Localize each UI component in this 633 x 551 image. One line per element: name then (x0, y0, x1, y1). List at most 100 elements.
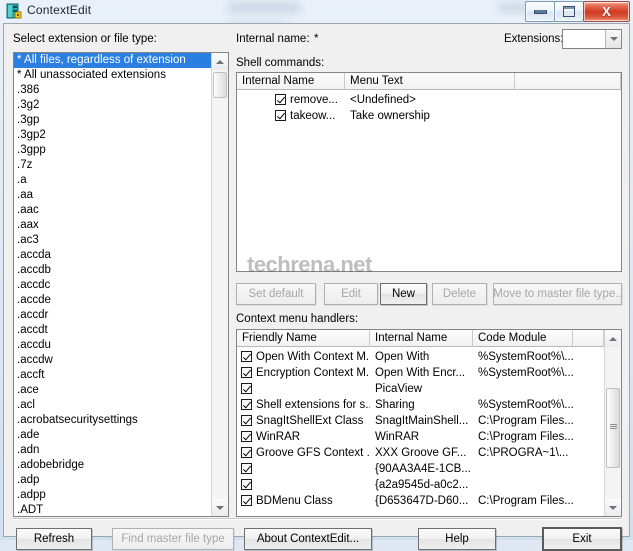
scrollbar-thumb[interactable] (213, 72, 227, 98)
extension-list-item[interactable]: * All files, regardless of extension (14, 53, 212, 68)
title-bar[interactable]: ContextEdit X (0, 0, 633, 22)
extension-list-item[interactable]: .accdw (14, 353, 212, 368)
extension-list-item[interactable]: .accde (14, 293, 212, 308)
extension-list-item[interactable]: .3gpp (14, 143, 212, 158)
set-default-button[interactable]: Set default (236, 283, 316, 305)
handler-friendly-name-cell: WinRAR (237, 429, 370, 445)
extension-list-item[interactable]: .ace (14, 383, 212, 398)
checkbox-checked-icon[interactable] (241, 495, 252, 506)
extension-list-item[interactable]: .accdu (14, 338, 212, 353)
minimize-button[interactable] (525, 1, 555, 22)
table-row[interactable]: Groove GFS Context ... XXX Groove GF... C:… (237, 445, 604, 461)
extension-list-item[interactable]: .3gp (14, 113, 212, 128)
handlers-header[interactable]: Friendly Name Internal Name Code Module (237, 330, 604, 347)
extension-list-item[interactable]: .ade (14, 428, 212, 443)
table-row[interactable]: Open With Context M... Open With %SystemRo… (237, 349, 604, 365)
table-row[interactable]: SnagItShellExt Class SnagItMainShell... C:… (237, 413, 604, 429)
handler-friendly-name-cell (237, 477, 370, 493)
refresh-button[interactable]: Refresh (16, 528, 92, 550)
extension-list-item[interactable]: .acrobatsecuritysettings (14, 413, 212, 428)
extension-list-item[interactable]: .accdc (14, 278, 212, 293)
combobox-arrow[interactable] (605, 30, 621, 48)
context-menu-handlers-list[interactable]: Friendly Name Internal Name Code Module Op… (236, 329, 622, 517)
extensions-combobox[interactable] (562, 29, 622, 49)
table-row[interactable]: BDMenu Class {D653647D-D60... C:\Program F… (237, 493, 604, 509)
checkbox-checked-icon[interactable] (241, 479, 252, 490)
maximize-button[interactable] (554, 1, 584, 22)
close-button[interactable]: X (583, 1, 630, 22)
checkbox-checked-icon[interactable] (241, 415, 252, 426)
column-header[interactable]: Code Module (473, 330, 573, 347)
handler-internal-name-cell: XXX Groove GF... (375, 447, 467, 459)
checkbox-checked-icon[interactable] (241, 399, 252, 410)
find-master-file-type-button[interactable]: Find master file type (112, 528, 234, 550)
table-row[interactable]: Encryption Context M... Open With Encr...… (237, 365, 604, 381)
delete-button[interactable]: Delete (432, 283, 487, 305)
extension-list-item[interactable]: .accft (14, 368, 212, 383)
shell-commands-list[interactable]: Internal Name Menu Text remove... <Undefin… (236, 72, 622, 272)
extension-list-item[interactable]: .accda (14, 248, 212, 263)
new-button[interactable]: New (380, 283, 427, 305)
extension-list-item[interactable]: .386 (14, 83, 212, 98)
extension-list-item[interactable]: .ADT (14, 503, 212, 516)
table-row[interactable]: {90AA3A4E-1CB... (237, 461, 604, 477)
scroll-up-button[interactable] (605, 330, 621, 347)
handlers-scrollbar[interactable] (604, 330, 621, 516)
extension-list-item[interactable]: .ac3 (14, 233, 212, 248)
checkbox-checked-icon[interactable] (241, 367, 252, 378)
column-header[interactable] (573, 330, 604, 347)
table-row[interactable]: PicaView (237, 381, 604, 397)
checkbox-checked-icon[interactable] (241, 447, 252, 458)
move-to-master-button[interactable]: Move to master file type.. (493, 283, 622, 305)
table-row[interactable]: remove... <Undefined> (237, 92, 621, 108)
extension-list-item[interactable]: * All unassociated extensions (14, 68, 212, 83)
scroll-up-button[interactable] (212, 53, 228, 70)
cell-text: Encryption Context M... (256, 367, 370, 379)
extension-list-item[interactable]: .aac (14, 203, 212, 218)
column-header[interactable]: Menu Text (345, 73, 515, 90)
table-row[interactable]: Shell extensions for s... Sharing %SystemR… (237, 397, 604, 413)
scroll-down-button[interactable] (605, 499, 621, 516)
column-header[interactable]: Friendly Name (237, 330, 370, 347)
checkbox-checked-icon[interactable] (275, 110, 286, 121)
extension-list-item[interactable]: .accdt (14, 323, 212, 338)
checkbox-checked-icon[interactable] (275, 94, 286, 105)
extension-list-item[interactable]: .3gp2 (14, 128, 212, 143)
extension-list-item[interactable]: .3g2 (14, 98, 212, 113)
about-button[interactable]: About ContextEdit... (244, 528, 372, 550)
edit-button[interactable]: Edit (324, 283, 378, 305)
checkbox-checked-icon[interactable] (241, 431, 252, 442)
extension-list-item[interactable]: .adobebridge (14, 458, 212, 473)
checkbox-checked-icon[interactable] (241, 351, 252, 362)
exit-button[interactable]: Exit (542, 527, 622, 551)
extension-listbox[interactable]: * All files, regardless of extension * Al… (13, 52, 229, 517)
extension-list-item[interactable]: .adp (14, 473, 212, 488)
checkbox-checked-icon[interactable] (241, 463, 252, 474)
extension-list-item[interactable]: .7z (14, 158, 212, 173)
table-row[interactable]: takeow... Take ownership (237, 108, 621, 124)
extension-list-item[interactable]: .aax (14, 218, 212, 233)
close-icon: X (602, 4, 611, 19)
extension-list-item[interactable]: .acl (14, 398, 212, 413)
extension-list-item[interactable]: .accdr (14, 308, 212, 323)
help-button[interactable]: Help (418, 528, 496, 550)
table-row[interactable]: {a2a9545d-a0c2... (237, 477, 604, 493)
column-header[interactable]: Internal Name (237, 73, 345, 90)
extension-list-item[interactable]: .accdb (14, 263, 212, 278)
extension-list-item[interactable]: .adpp (14, 488, 212, 503)
chevron-down-icon (609, 505, 617, 510)
shell-commands-header[interactable]: Internal Name Menu Text (237, 73, 621, 90)
shell-commands-label: Shell commands: (236, 57, 325, 69)
table-row[interactable]: WinRAR WinRAR C:\Program Files... (237, 429, 604, 445)
scrollbar-thumb[interactable] (606, 388, 620, 468)
extension-list-item[interactable]: .aa (14, 188, 212, 203)
app-icon (6, 3, 22, 19)
scroll-down-button[interactable] (212, 499, 228, 516)
column-header[interactable]: Internal Name (370, 330, 473, 347)
checkbox-checked-icon[interactable] (241, 383, 252, 394)
extension-list-item[interactable]: .a (14, 173, 212, 188)
extension-list-item[interactable]: .adn (14, 443, 212, 458)
handler-internal-name-cell: {90AA3A4E-1CB... (375, 463, 471, 475)
extension-list-scrollbar[interactable] (211, 53, 228, 516)
column-header[interactable] (515, 73, 621, 90)
